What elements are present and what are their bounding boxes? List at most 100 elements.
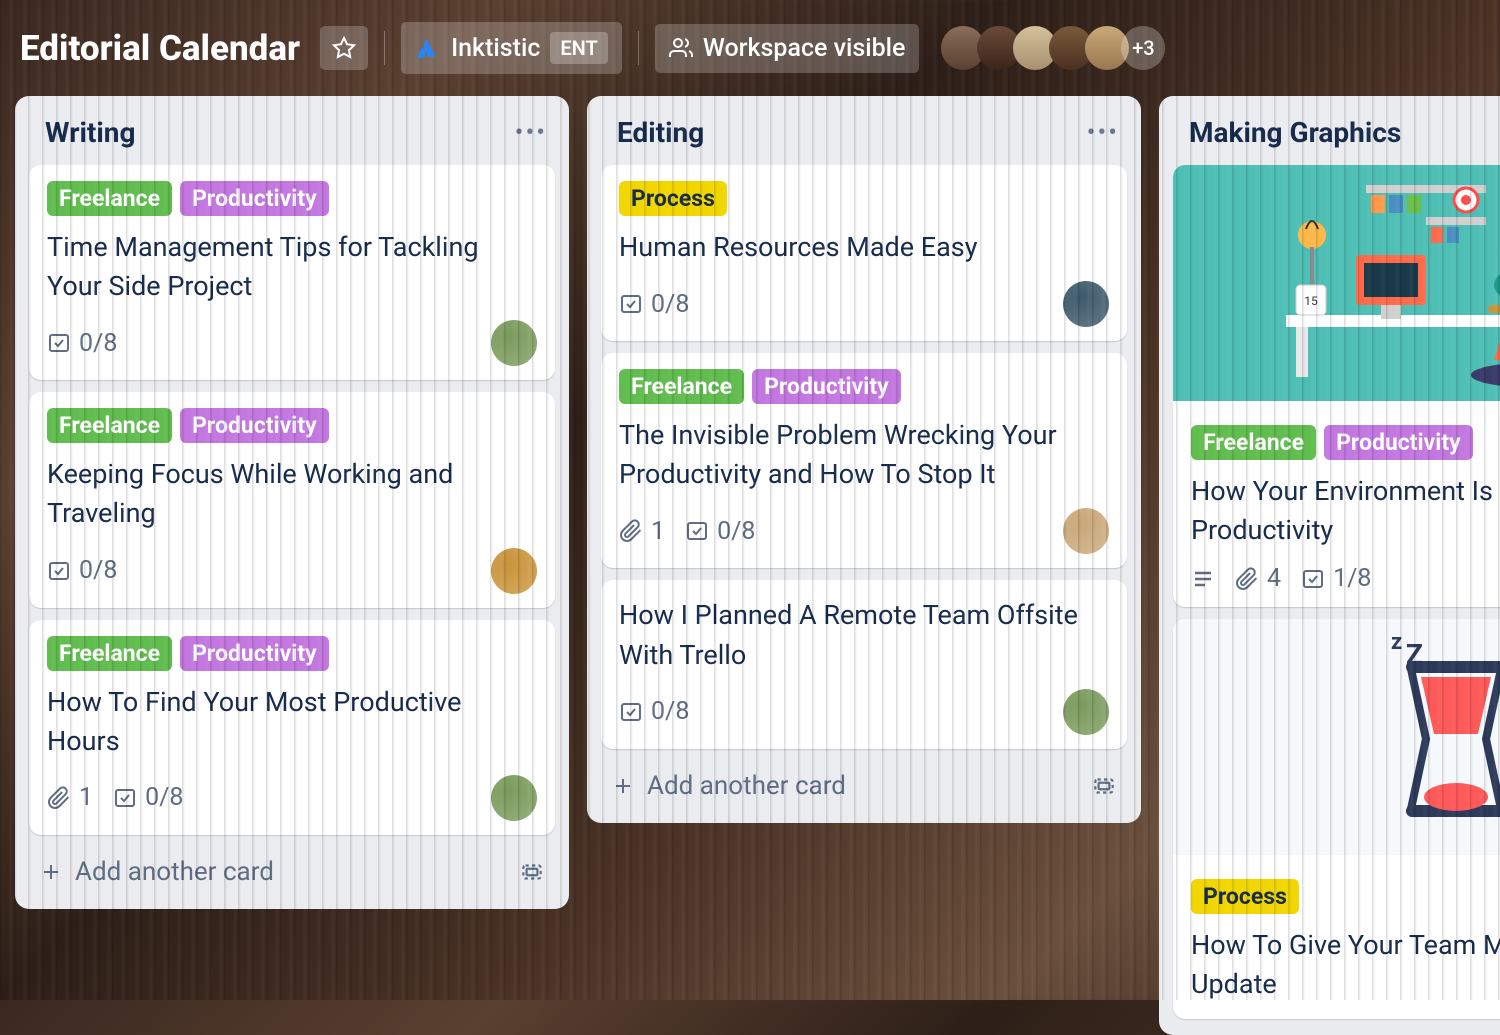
label[interactable]: Process: [1191, 879, 1299, 914]
board-header: Editorial Calendar Inktistic ENT Workspa…: [0, 0, 1500, 96]
card-labels: FreelanceProductivity: [1191, 425, 1500, 460]
checklist-badge: 0/8: [619, 697, 689, 726]
visibility-label: Workspace visible: [703, 34, 906, 63]
list-menu-button[interactable]: •••: [515, 118, 547, 148]
card-title: Time Management Tips for Tackling Your S…: [47, 228, 537, 306]
card-footer: 1 0/8: [619, 508, 1109, 554]
checklist-badge: 0/8: [47, 556, 117, 585]
attachment-badge: 1: [619, 517, 665, 546]
label[interactable]: Freelance: [47, 408, 172, 443]
svg-text:z: z: [1391, 630, 1402, 655]
star-button[interactable]: [320, 26, 368, 70]
card-title: How Your Environment Is Affecting Your P…: [1191, 472, 1500, 550]
label[interactable]: Productivity: [180, 408, 329, 443]
list-title[interactable]: Making Graphics: [1189, 116, 1401, 149]
list-header: Editing •••: [601, 110, 1127, 153]
card-member-avatar[interactable]: [1063, 689, 1109, 735]
card-footer: 4 1/8: [1191, 564, 1500, 593]
card-footer: 0/8: [619, 281, 1109, 327]
label[interactable]: Productivity: [180, 181, 329, 216]
card-labels: FreelanceProductivity: [619, 369, 1109, 404]
svg-text:Z: Z: [1406, 638, 1423, 671]
card-footer: 1 0/8: [47, 775, 537, 821]
member-avatars: +3: [949, 26, 1165, 70]
card[interactable]: Z z Z z ProcessHow To Give Your Team Mor…: [1173, 619, 1500, 1018]
board: Writing •••FreelanceProductivityTime Man…: [0, 96, 1500, 1035]
card[interactable]: FreelanceProductivity The Invisible Probl…: [601, 353, 1127, 568]
card-footer: 0/8: [47, 548, 537, 594]
checklist-badge: 0/8: [113, 783, 183, 812]
visibility-button[interactable]: Workspace visible: [655, 24, 920, 73]
attachment-badge: 1: [47, 783, 93, 812]
card-labels: Process: [1191, 879, 1500, 914]
template-icon[interactable]: [519, 859, 545, 885]
card-footer: 0/8: [619, 689, 1109, 735]
card-badges: 0/8: [619, 290, 689, 319]
people-icon: [669, 36, 693, 60]
add-card-button[interactable]: Add another card: [29, 847, 555, 893]
list: Making Graphics ••• 15 FreelanceProducti…: [1159, 96, 1500, 1035]
label[interactable]: Freelance: [47, 181, 172, 216]
workspace-name: Inktistic: [451, 34, 540, 63]
card-member-avatar[interactable]: [491, 320, 537, 366]
card[interactable]: 15 FreelanceProductivity How Your Environ…: [1173, 165, 1500, 607]
attachment-badge: 4: [1235, 564, 1281, 593]
list: Editing ••• Process Human Resources Made E…: [587, 96, 1141, 823]
list-menu-button[interactable]: •••: [1087, 118, 1119, 148]
list-title[interactable]: Editing: [617, 116, 704, 149]
card-labels: FreelanceProductivity: [47, 636, 537, 671]
label[interactable]: Productivity: [752, 369, 901, 404]
label[interactable]: Process: [619, 181, 727, 216]
list-header: Making Graphics •••: [1173, 110, 1500, 153]
card[interactable]: How I Planned A Remote Team Offsite With…: [601, 580, 1127, 748]
card-title: The Invisible Problem Wrecking Your Prod…: [619, 416, 1109, 494]
label[interactable]: Freelance: [47, 636, 172, 671]
list-title[interactable]: Writing: [45, 116, 135, 149]
card-badges: 1 0/8: [47, 783, 183, 812]
card-member-avatar[interactable]: [1063, 281, 1109, 327]
card-title: How To Give Your Team More Status Update: [1191, 926, 1500, 1004]
list-header: Writing •••: [29, 110, 555, 153]
card[interactable]: FreelanceProductivity How To Find Your Mo…: [29, 620, 555, 835]
avatar-more[interactable]: +3: [1121, 26, 1165, 70]
card-title: Human Resources Made Easy: [619, 228, 1109, 267]
card-badges: 4 1/8: [1191, 564, 1371, 593]
atlassian-icon: [415, 35, 441, 61]
workspace-button[interactable]: Inktistic ENT: [401, 22, 622, 74]
card-labels: FreelanceProductivity: [47, 408, 537, 443]
label[interactable]: Productivity: [180, 636, 329, 671]
list: Writing •••FreelanceProductivityTime Man…: [15, 96, 569, 909]
card-labels: FreelanceProductivity: [47, 181, 537, 216]
card-title: How I Planned A Remote Team Offsite With…: [619, 596, 1109, 674]
card-title: Keeping Focus While Working and Travelin…: [47, 455, 537, 533]
divider: [638, 31, 639, 65]
label[interactable]: Productivity: [1324, 425, 1473, 460]
card[interactable]: FreelanceProductivity Time Management Tip…: [29, 165, 555, 380]
card-cover: 15: [1173, 165, 1500, 401]
card-badges: 1 0/8: [619, 517, 755, 546]
add-card-button[interactable]: Add another card: [601, 761, 1127, 807]
checklist-badge: 0/8: [685, 517, 755, 546]
card-member-avatar[interactable]: [491, 775, 537, 821]
checklist-badge: 1/8: [1301, 564, 1371, 593]
card-footer: 0/8: [47, 320, 537, 366]
add-card-label: Add another card: [647, 771, 846, 801]
template-icon[interactable]: [1091, 773, 1117, 799]
checklist-badge: 0/8: [619, 290, 689, 319]
card-member-avatar[interactable]: [1063, 508, 1109, 554]
checklist-badge: 0/8: [47, 329, 117, 358]
label[interactable]: Freelance: [619, 369, 744, 404]
card-title: How To Find Your Most Productive Hours: [47, 683, 537, 761]
label[interactable]: Freelance: [1191, 425, 1316, 460]
card-labels: Process: [619, 181, 1109, 216]
card-badges: 0/8: [47, 556, 117, 585]
card-member-avatar[interactable]: [491, 548, 537, 594]
svg-text:15: 15: [1304, 294, 1318, 308]
card-badges: 0/8: [47, 329, 117, 358]
workspace-badge: ENT: [550, 32, 607, 64]
card[interactable]: FreelanceProductivity Keeping Focus While…: [29, 392, 555, 607]
card[interactable]: Process Human Resources Made Easy 0/8: [601, 165, 1127, 341]
card-badges: 0/8: [619, 697, 689, 726]
star-icon: [332, 36, 356, 60]
board-title[interactable]: Editorial Calendar: [20, 28, 300, 69]
